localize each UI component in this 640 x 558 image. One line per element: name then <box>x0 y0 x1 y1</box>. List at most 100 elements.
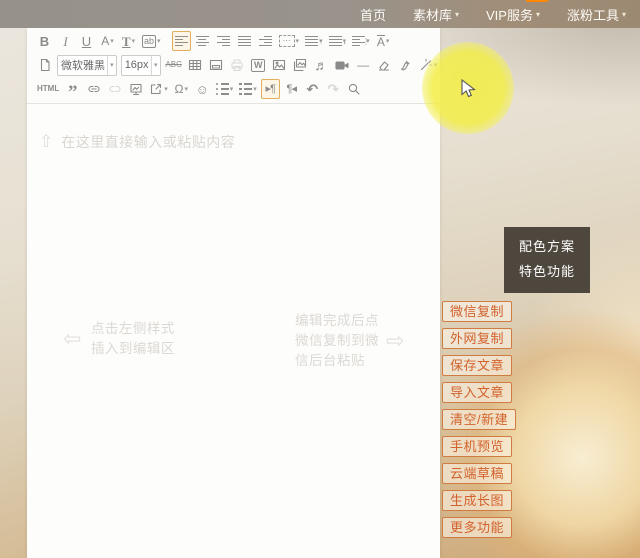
slideshow-icon <box>209 58 223 72</box>
editor-content-area[interactable]: ⇧ 在这里直接输入或粘贴内容 ⇦ 点击左侧样式 插入到编辑区 编辑完成后点 微信… <box>27 104 440 558</box>
paragraph-style-button[interactable]: ⋯▾ <box>277 31 302 51</box>
emoji-icon: ☺ <box>196 83 209 96</box>
highlight-color-icon: ab <box>142 35 156 48</box>
wechat-copy-button[interactable]: 微信复制 <box>442 301 512 322</box>
format-clear-icon <box>377 58 391 72</box>
clear-new-button[interactable]: 清空/新建 <box>442 409 516 430</box>
print-button[interactable] <box>228 55 247 75</box>
color-scheme-item[interactable]: 配色方案 <box>504 234 590 259</box>
font-size-scale-button[interactable]: A▾ <box>374 31 393 51</box>
special-char-icon: Ω <box>174 83 183 95</box>
slideshow-button[interactable] <box>207 55 226 75</box>
chevron-down-icon: ▾ <box>110 38 114 45</box>
new-doc-button[interactable] <box>35 55 54 75</box>
nav-vip-service[interactable]: VIP服务▾HOT <box>486 5 540 24</box>
indent-icon <box>259 36 272 47</box>
margin-button[interactable]: ↑▾ <box>303 31 325 51</box>
link-button[interactable] <box>84 79 103 99</box>
ordered-list-button[interactable]: ▾ <box>237 79 259 99</box>
toolbar-row-1: BIUA▾T▾ab▾⋯▾↑▾↓▾⋮▾A▾ <box>27 29 440 53</box>
featured-functions-item[interactable]: 特色功能 <box>504 259 590 284</box>
export-button[interactable]: ▾ <box>147 79 170 99</box>
board-icon <box>129 82 143 96</box>
nav-material-library-label: 素材库 <box>413 5 452 24</box>
text-style-button[interactable]: T▾ <box>119 31 138 51</box>
word-import-button[interactable]: W <box>249 55 268 75</box>
chevron-down-icon: ▾ <box>622 10 626 19</box>
bold-icon: B <box>40 35 49 48</box>
find-replace-button[interactable] <box>345 79 364 99</box>
video-icon <box>335 58 349 72</box>
highlight-color-button[interactable]: ab▾ <box>140 31 163 51</box>
editor-toolbar: BIUA▾T▾ab▾⋯▾↑▾↓▾⋮▾A▾ 微软雅黑▾16px▾ABCW♬—▾ H… <box>27 28 440 104</box>
import-article-button[interactable]: 导入文章 <box>442 382 512 403</box>
chevron-down-icon: ▾ <box>455 10 459 19</box>
unordered-list-icon <box>216 83 229 96</box>
align-center-button[interactable] <box>193 31 212 51</box>
board-button[interactable] <box>126 79 145 99</box>
image-button[interactable] <box>270 55 289 75</box>
align-justify-button[interactable] <box>235 31 254 51</box>
chevron-down-icon: ▾ <box>296 38 300 45</box>
paragraph-backward-icon: ¶◂ <box>287 84 296 95</box>
gallery-button[interactable] <box>291 55 310 75</box>
format-painter-button[interactable] <box>396 55 415 75</box>
unlink-button[interactable] <box>105 79 124 99</box>
italic-button[interactable]: I <box>56 31 75 51</box>
unordered-list-button[interactable]: ▾ <box>214 79 236 99</box>
nav-fan-growth-tools[interactable]: 涨粉工具▾ <box>567 5 626 24</box>
long-image-button[interactable]: 生成长图 <box>442 490 512 511</box>
hot-badge: HOT <box>526 0 550 2</box>
align-left-button[interactable] <box>172 31 191 51</box>
undo-icon: ↶ <box>306 82 318 96</box>
align-right-button[interactable] <box>214 31 233 51</box>
blockquote-button[interactable]: ” <box>63 79 82 99</box>
arrow-right-icon: ⇨ <box>386 331 405 351</box>
video-button[interactable] <box>333 55 352 75</box>
table-button[interactable] <box>186 55 205 75</box>
web-copy-button[interactable]: 外网复制 <box>442 328 512 349</box>
paragraph-forward-button[interactable]: ▸¶ <box>261 79 280 99</box>
music-button[interactable]: ♬ <box>312 55 331 75</box>
indent-button[interactable] <box>256 31 275 51</box>
letter-spacing-button[interactable]: ⋮▾ <box>350 31 372 51</box>
image-icon <box>272 58 286 72</box>
bold-button[interactable]: B <box>35 31 54 51</box>
redo-button[interactable]: ↷ <box>324 79 343 99</box>
chevron-down-icon: ▾ <box>253 86 257 93</box>
cloud-draft-button[interactable]: 云端草稿 <box>442 463 512 484</box>
action-sidebar: 微信复制外网复制保存文章导入文章清空/新建手机预览云端草稿生成长图更多功能 <box>442 301 516 538</box>
chevron-down-icon: ▾ <box>132 38 136 45</box>
nav-fan-growth-tools-label: 涨粉工具 <box>567 5 619 24</box>
emoji-button[interactable]: ☺ <box>193 79 212 99</box>
mouse-cursor <box>461 79 479 99</box>
find-replace-icon <box>347 82 361 96</box>
nav-material-library[interactable]: 素材库▾ <box>413 5 459 24</box>
font-size-select[interactable]: 16px▾ <box>121 55 161 76</box>
hr-button[interactable]: — <box>354 55 373 75</box>
special-char-button[interactable]: Ω▾ <box>172 79 191 99</box>
line-height-button[interactable]: ↓▾ <box>327 31 349 51</box>
right-copy-hint: 编辑完成后点 微信复制到微 信后台粘贴 ⇨ <box>295 311 405 371</box>
nav-home[interactable]: 首页 <box>360 5 386 24</box>
link-icon <box>87 82 101 96</box>
save-article-button[interactable]: 保存文章 <box>442 355 512 376</box>
font-family-select[interactable]: 微软雅黑▾ <box>57 55 117 76</box>
chevron-down-icon: ▾ <box>107 56 116 75</box>
hr-icon: — <box>357 59 369 71</box>
phone-preview-button[interactable]: 手机预览 <box>442 436 512 457</box>
format-clear-button[interactable] <box>375 55 394 75</box>
html-button[interactable]: HTML <box>35 79 61 99</box>
chevron-down-icon: ▾ <box>151 56 160 75</box>
arrow-left-icon: ⇦ <box>63 329 82 349</box>
font-size-scale-icon: A <box>377 35 385 48</box>
paragraph-backward-button[interactable]: ¶◂ <box>282 79 301 99</box>
underline-button[interactable]: U <box>77 31 96 51</box>
more-features-button[interactable]: 更多功能 <box>442 517 512 538</box>
font-color-button[interactable]: A▾ <box>98 31 117 51</box>
unlink-icon <box>108 82 122 96</box>
align-justify-icon <box>238 36 251 47</box>
undo-button[interactable]: ↶ <box>303 79 322 99</box>
strikethrough-button[interactable]: ABC <box>164 55 184 75</box>
paragraph-forward-icon: ▸¶ <box>266 84 275 95</box>
